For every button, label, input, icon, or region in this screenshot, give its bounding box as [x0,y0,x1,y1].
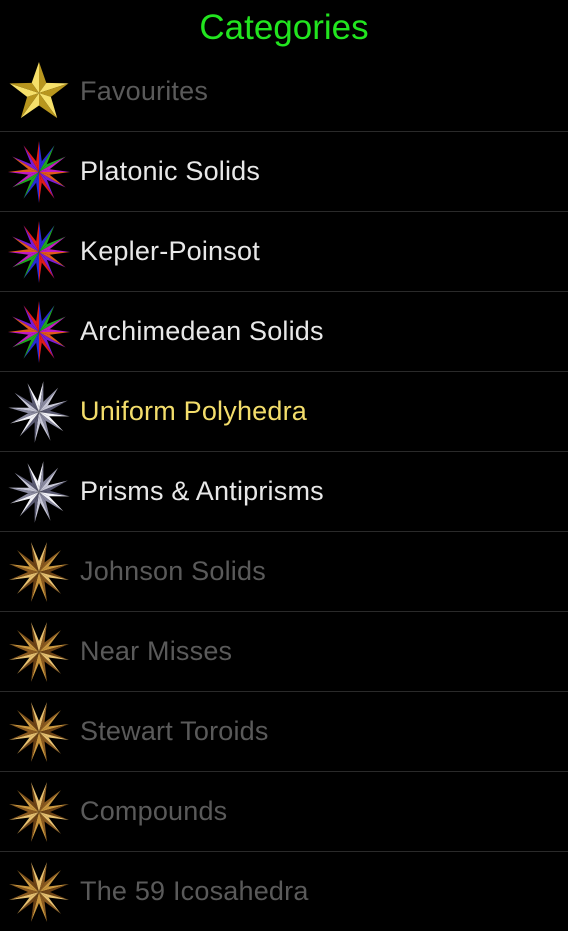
multicolor-polyhedron-icon [6,299,72,365]
bronze-polyhedron-icon [6,779,72,845]
category-item-near-misses[interactable]: Near Misses [0,611,568,691]
category-label: The 59 Icosahedra [80,876,309,906]
category-label: Johnson Solids [80,556,266,586]
category-item-platonic-solids[interactable]: Platonic Solids [0,131,568,211]
gold-star-icon [6,59,72,125]
category-item-stewart-toroids[interactable]: Stewart Toroids [0,691,568,771]
category-item-compounds[interactable]: Compounds [0,771,568,851]
bronze-polyhedron-icon [6,859,72,925]
page-title: Categories [199,8,369,47]
bronze-polyhedron-icon [6,699,72,765]
category-label: Favourites [80,76,209,106]
category-label: Uniform Polyhedra [80,396,307,426]
category-label: Platonic Solids [80,156,261,186]
category-label: Compounds [80,796,228,826]
silver-polyhedron-icon [6,379,72,445]
multicolor-polyhedron-icon [6,139,72,205]
category-item-johnson-solids[interactable]: Johnson Solids [0,531,568,611]
category-label: Prisms & Antiprisms [80,476,324,506]
category-label: Archimedean Solids [80,316,324,346]
category-label: Kepler-Poinsot [80,236,260,266]
category-label: Stewart Toroids [80,716,269,746]
multicolor-polyhedron-icon [6,219,72,285]
category-item-uniform-polyhedra[interactable]: Uniform Polyhedra [0,371,568,451]
category-list: Favourites Platonic Solids Kepler-Poinso… [0,52,568,931]
category-label: Near Misses [80,636,233,666]
silver-polyhedron-icon [6,459,72,525]
category-item-kepler-poinsot[interactable]: Kepler-Poinsot [0,211,568,291]
category-item-59-icosahedra[interactable]: The 59 Icosahedra [0,851,568,931]
category-item-prisms-antiprisms[interactable]: Prisms & Antiprisms [0,451,568,531]
category-item-favourites[interactable]: Favourites [0,52,568,131]
bronze-polyhedron-icon [6,539,72,605]
bronze-polyhedron-icon [6,619,72,685]
category-item-archimedean-solids[interactable]: Archimedean Solids [0,291,568,371]
